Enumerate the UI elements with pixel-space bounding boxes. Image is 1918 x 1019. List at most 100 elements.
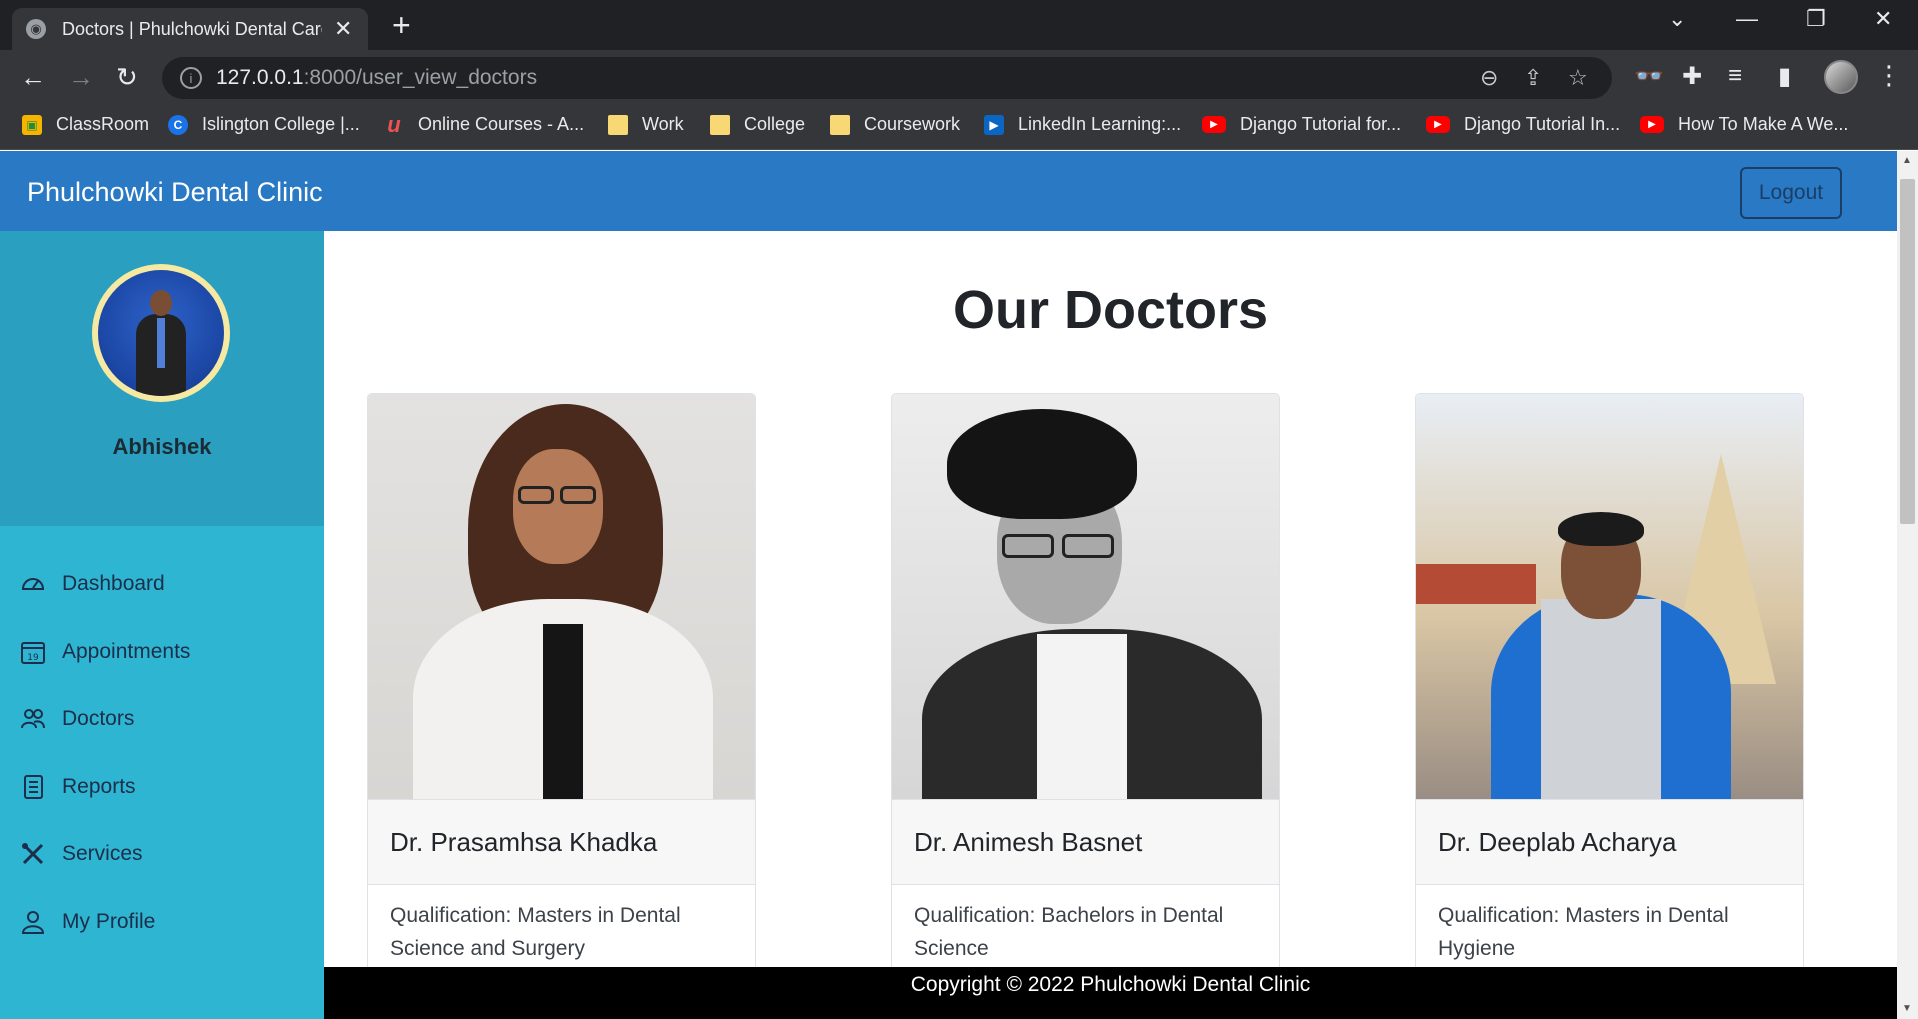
reload-button[interactable]: ↻ xyxy=(116,62,138,92)
photo-shirt xyxy=(1037,634,1127,799)
browser-toolbar: ← → ↻ i 127.0.0.1:8000/user_view_doctors… xyxy=(0,50,1918,106)
avatar xyxy=(92,264,230,402)
forward-button[interactable]: → xyxy=(68,62,94,92)
sidebar-item-doctors[interactable]: Doctors xyxy=(0,692,324,746)
people-icon xyxy=(20,706,46,732)
scroll-up-arrow-icon[interactable]: ▲ xyxy=(1902,155,1912,166)
site-info-icon[interactable]: i xyxy=(180,67,202,89)
tools-icon xyxy=(20,841,46,867)
page-title: Our Doctors xyxy=(952,280,1269,340)
doctor-card: Dr. Animesh Basnet Qualification: Bachel… xyxy=(891,393,1280,1019)
logout-button[interactable]: Logout xyxy=(1740,167,1842,219)
chevron-down-icon[interactable]: ⌄ xyxy=(1668,6,1686,32)
side-panel-icon[interactable]: ▮ xyxy=(1778,62,1791,91)
browser-profile-avatar[interactable] xyxy=(1824,60,1858,94)
bookmark-linkedin[interactable]: ▶ LinkedIn Learning:... xyxy=(984,114,1181,135)
sidebar-item-my-profile[interactable]: My Profile xyxy=(0,895,324,949)
doctor-qualification: Qualification: Bachelors in Dental Scien… xyxy=(914,904,1224,960)
sidebar-item-label: Appointments xyxy=(62,640,191,663)
extension-glasses-icon[interactable]: 👓 xyxy=(1634,62,1664,91)
doctor-name: Dr. Deeplab Acharya xyxy=(1416,799,1803,885)
back-button[interactable]: ← xyxy=(20,62,46,92)
photo-face xyxy=(513,449,603,564)
scrollbar-thumb[interactable] xyxy=(1900,179,1915,524)
bookmark-star-icon[interactable]: ☆ xyxy=(1568,65,1588,91)
bookmark-classroom[interactable]: ▣ ClassRoom xyxy=(22,114,149,135)
folder-icon xyxy=(830,114,850,135)
close-tab-icon[interactable]: ✕ xyxy=(334,16,352,42)
photo-glasses-left xyxy=(518,486,554,504)
bookmark-college[interactable]: College xyxy=(710,114,805,135)
url-host: 127.0.0.1 xyxy=(216,66,304,89)
sidebar-item-dashboard[interactable]: Dashboard xyxy=(0,557,324,611)
person-icon xyxy=(20,909,46,935)
bookmarks-bar: ▣ ClassRoom C Islington College |... u Onli… xyxy=(0,106,1918,150)
browser-menu-icon[interactable]: ⋮ xyxy=(1876,60,1902,91)
doctor-qualification: Qualification: Masters in Dental Science… xyxy=(390,904,681,960)
address-bar[interactable]: i 127.0.0.1:8000/user_view_doctors ⊖ ⇪ ☆ xyxy=(162,57,1612,99)
media-queue-icon[interactable]: ≡ xyxy=(1728,62,1742,90)
sidebar-item-reports[interactable]: Reports xyxy=(0,760,324,814)
sidebar: Abhishek Dashboard 19 Appointments Docto… xyxy=(0,231,324,1019)
minimize-button[interactable]: — xyxy=(1736,6,1758,32)
url-path: :8000/user_view_doctors xyxy=(303,66,538,89)
photo-glasses-right xyxy=(560,486,596,504)
globe-icon: ◉ xyxy=(26,19,46,39)
youtube-icon: ▶ xyxy=(1426,116,1450,133)
photo-shirt xyxy=(543,624,583,799)
brand-name[interactable]: Phulchowki Dental Clinic xyxy=(27,177,323,208)
zoom-icon[interactable]: ⊖ xyxy=(1480,65,1498,91)
islington-icon: C xyxy=(168,114,188,135)
share-icon[interactable]: ⇪ xyxy=(1524,65,1542,91)
profile-photo xyxy=(98,270,224,396)
top-navbar: Phulchowki Dental Clinic Logout xyxy=(0,151,1897,231)
scroll-down-arrow-icon[interactable]: ▼ xyxy=(1902,1003,1912,1014)
main-content: Our Doctors Dr. Prasamhsa Khadka Qualifi… xyxy=(324,231,1897,1019)
doctor-name: Dr. Prasamhsa Khadka xyxy=(368,799,755,885)
photo-person-head xyxy=(150,290,172,316)
bookmark-work[interactable]: Work xyxy=(608,114,684,135)
photo-glasses-right xyxy=(1062,534,1114,558)
youtube-icon: ▶ xyxy=(1640,116,1664,133)
speedometer-icon xyxy=(20,571,46,597)
tab-title: Doctors | Phulchowki Dental Care xyxy=(62,18,322,39)
photo-pagoda-roof xyxy=(1416,564,1536,604)
classroom-icon: ▣ xyxy=(22,114,42,135)
extensions-puzzle-icon[interactable]: ✚ xyxy=(1682,62,1702,91)
photo-shirt xyxy=(1541,599,1661,799)
udemy-icon: u xyxy=(387,111,401,137)
browser-tabstrip: ◉ Doctors | Phulchowki Dental Care ✕ + ⌄… xyxy=(0,0,1918,50)
sidebar-item-label: Doctors xyxy=(62,707,135,730)
sidebar-item-label: Services xyxy=(62,842,143,865)
bookmark-islington[interactable]: C Islington College |... xyxy=(168,114,360,135)
bookmark-django-1[interactable]: ▶ Django Tutorial for... xyxy=(1202,114,1401,135)
bookmark-coursework[interactable]: Coursework xyxy=(830,114,960,135)
browser-tab[interactable]: ◉ Doctors | Phulchowki Dental Care ✕ xyxy=(12,8,368,50)
linkedin-icon: ▶ xyxy=(984,114,1004,135)
bookmark-django-2[interactable]: ▶ Django Tutorial In... xyxy=(1426,114,1620,135)
sidebar-item-services[interactable]: Services xyxy=(0,827,324,881)
restore-button[interactable]: ❐ xyxy=(1806,6,1826,32)
doctor-card: Dr. Deeplab Acharya Qualification: Maste… xyxy=(1415,393,1804,1019)
sidebar-item-label: Dashboard xyxy=(62,572,165,595)
copyright-text: Copyright © 2022 Phulchowki Dental Clini… xyxy=(910,973,1311,996)
new-tab-button[interactable]: + xyxy=(392,8,411,42)
page-scrollbar[interactable]: ▲ ▼ xyxy=(1897,151,1918,1019)
photo-hair xyxy=(947,409,1137,519)
bookmark-udemy[interactable]: u Online Courses - A... xyxy=(384,111,584,137)
report-icon xyxy=(20,774,46,800)
sidebar-item-label: My Profile xyxy=(62,910,156,933)
folder-icon xyxy=(608,114,628,135)
doctor-photo xyxy=(368,394,755,799)
doctor-photo xyxy=(1416,394,1803,799)
youtube-icon: ▶ xyxy=(1202,116,1226,133)
photo-hair xyxy=(1558,512,1644,546)
page-viewport: Phulchowki Dental Clinic Logout Abhishek… xyxy=(0,151,1918,1019)
folder-icon xyxy=(710,114,730,135)
bookmark-how-to[interactable]: ▶ How To Make A We... xyxy=(1640,114,1848,135)
sidebar-item-appointments[interactable]: 19 Appointments xyxy=(0,625,324,679)
close-window-button[interactable]: ✕ xyxy=(1874,6,1892,32)
photo-person-tie xyxy=(157,318,165,368)
profile-section: Abhishek xyxy=(0,231,324,526)
doctor-name: Dr. Animesh Basnet xyxy=(892,799,1279,885)
